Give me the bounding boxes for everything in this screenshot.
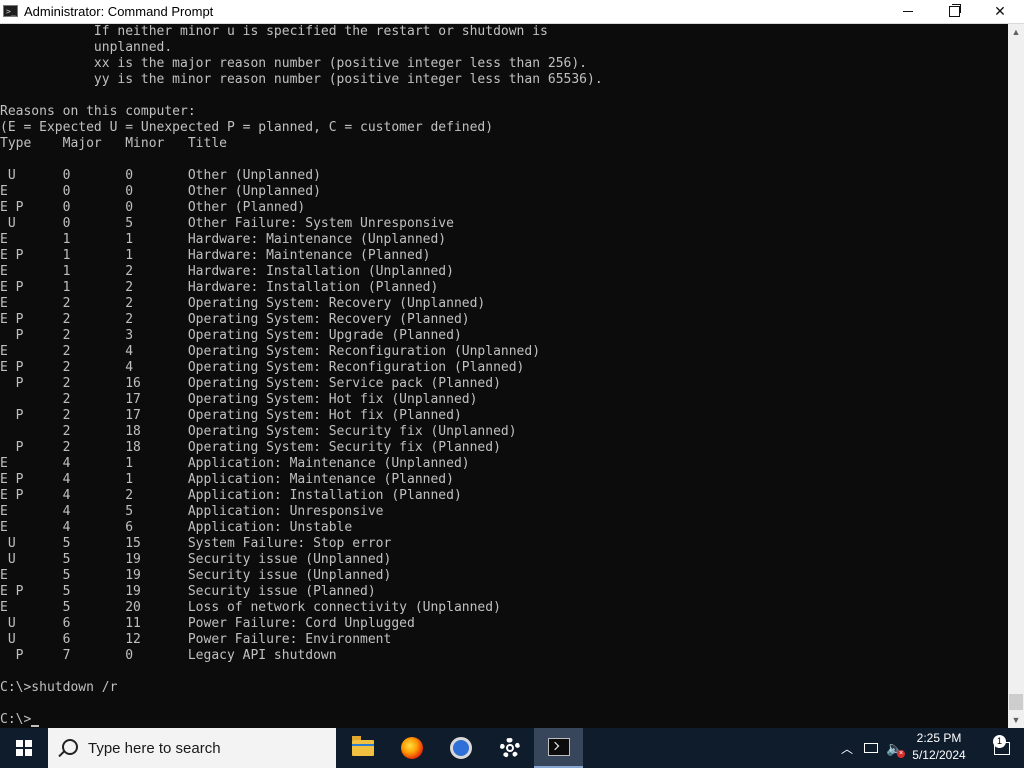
windows-logo-icon bbox=[16, 740, 32, 756]
chevron-up-icon: ︿ bbox=[840, 741, 853, 756]
console-line: P 2 18 Operating System: Security fix (P… bbox=[0, 440, 501, 455]
console-line: U 0 5 Other Failure: System Unresponsive bbox=[0, 216, 454, 231]
system-clock[interactable]: 2:25 PM 5/12/2024 bbox=[904, 730, 974, 766]
chromium-icon bbox=[449, 737, 472, 759]
console-line: E 2 2 Operating System: Recovery (Unplan… bbox=[0, 296, 486, 311]
console-line: P 2 17 Operating System: Hot fix (Planne… bbox=[0, 408, 462, 423]
console-line: U 5 19 Security issue (Unplanned) bbox=[0, 552, 392, 567]
cmd-icon: >_ bbox=[3, 5, 18, 17]
console-line: E 5 20 Loss of network connectivity (Unp… bbox=[0, 600, 501, 615]
search-icon bbox=[62, 739, 78, 755]
console-line: E 5 19 Security issue (Unplanned) bbox=[0, 568, 392, 583]
console-line: If neither minor u is specified the rest… bbox=[0, 24, 548, 39]
file-explorer-icon bbox=[351, 736, 374, 756]
console-line: E 1 2 Hardware: Installation (Unplanned) bbox=[0, 264, 454, 279]
console-line: C:\> bbox=[0, 712, 32, 727]
close-icon: ✕ bbox=[994, 3, 1006, 19]
taskbar-command-prompt[interactable] bbox=[534, 728, 583, 768]
console-line: E P 4 2 Application: Installation (Plann… bbox=[0, 488, 462, 503]
console-line: P 7 0 Legacy API shutdown bbox=[0, 648, 337, 663]
title-bar[interactable]: >_ Administrator: Command Prompt ✕ bbox=[0, 0, 1024, 24]
show-hidden-icons-button[interactable]: ︿ bbox=[838, 728, 856, 768]
console-line: E P 1 2 Hardware: Installation (Planned) bbox=[0, 280, 439, 295]
console-line: Type Major Minor Title bbox=[0, 136, 227, 151]
start-button[interactable] bbox=[0, 728, 48, 768]
console-line: E 4 6 Application: Unstable bbox=[0, 520, 353, 535]
command-prompt-icon bbox=[547, 738, 570, 756]
minimize-button[interactable] bbox=[885, 0, 931, 23]
taskbar-search-box[interactable]: Type here to search bbox=[48, 728, 336, 768]
console-line: U 5 15 System Failure: Stop error bbox=[0, 536, 392, 551]
window-title: Administrator: Command Prompt bbox=[24, 4, 214, 19]
taskbar-firefox[interactable] bbox=[387, 728, 436, 768]
console-line: U 0 0 Other (Unplanned) bbox=[0, 168, 321, 183]
taskbar: Type here to search ︿ 🔈 × 2:25 PM 5/12/20… bbox=[0, 728, 1024, 768]
vertical-scrollbar[interactable]: ▲ ▼ bbox=[1008, 24, 1024, 728]
console-line: yy is the minor reason number (positive … bbox=[0, 72, 603, 87]
minimize-icon bbox=[903, 11, 913, 12]
notification-count: 1 bbox=[993, 735, 1006, 748]
console-line: E P 1 1 Hardware: Maintenance (Planned) bbox=[0, 248, 431, 263]
network-button[interactable] bbox=[860, 728, 882, 768]
console-line: E P 4 1 Application: Maintenance (Planne… bbox=[0, 472, 454, 487]
close-button[interactable]: ✕ bbox=[977, 0, 1023, 23]
console-line: 2 18 Operating System: Security fix (Unp… bbox=[0, 424, 517, 439]
console-line: P 2 16 Operating System: Service pack (P… bbox=[0, 376, 501, 391]
console-line: E 1 1 Hardware: Maintenance (Unplanned) bbox=[0, 232, 447, 247]
console-line: 2 17 Operating System: Hot fix (Unplanne… bbox=[0, 392, 478, 407]
console-line: xx is the major reason number (positive … bbox=[0, 56, 587, 71]
console-line: E 4 5 Application: Unresponsive bbox=[0, 504, 384, 519]
console-line: U 6 11 Power Failure: Cord Unplugged bbox=[0, 616, 415, 631]
taskbar-chromium[interactable] bbox=[436, 728, 485, 768]
console-line: unplanned. bbox=[0, 40, 173, 55]
scroll-up-button[interactable]: ▲ bbox=[1008, 24, 1024, 40]
settings-gear-icon bbox=[499, 738, 520, 758]
console-line: (E = Expected U = Unexpected P = planned… bbox=[0, 120, 494, 135]
firefox-icon bbox=[400, 737, 423, 759]
restore-icon bbox=[948, 4, 961, 17]
network-icon bbox=[864, 743, 878, 753]
scroll-down-button[interactable]: ▼ bbox=[1008, 712, 1024, 728]
clock-time: 2:25 PM bbox=[916, 731, 962, 745]
console-line: E 0 0 Other (Unplanned) bbox=[0, 184, 321, 199]
text-cursor bbox=[31, 725, 40, 727]
console-line: Reasons on this computer: bbox=[0, 104, 196, 119]
maximize-button[interactable] bbox=[931, 0, 977, 23]
console-output[interactable]: If neither minor u is specified the rest… bbox=[0, 24, 1008, 728]
search-placeholder: Type here to search bbox=[88, 740, 221, 757]
console-line: E 2 4 Operating System: Reconfiguration … bbox=[0, 344, 541, 359]
clock-date: 5/12/2024 bbox=[912, 748, 966, 762]
console-line: E P 2 4 Operating System: Reconfiguratio… bbox=[0, 360, 525, 375]
scroll-thumb[interactable] bbox=[1009, 694, 1023, 710]
console-line: E P 0 0 Other (Planned) bbox=[0, 200, 306, 215]
console-line: E P 5 19 Security issue (Planned) bbox=[0, 584, 376, 599]
action-center-button[interactable]: 1 bbox=[980, 728, 1024, 768]
console-line: U 6 12 Power Failure: Environment bbox=[0, 632, 392, 647]
console-line: E P 2 2 Operating System: Recovery (Plan… bbox=[0, 312, 470, 327]
console-line: E 4 1 Application: Maintenance (Unplanne… bbox=[0, 456, 470, 471]
console-line: P 2 3 Operating System: Upgrade (Planned… bbox=[0, 328, 462, 343]
taskbar-settings[interactable] bbox=[485, 728, 534, 768]
console-line: C:\>shutdown /r bbox=[0, 680, 118, 695]
taskbar-file-explorer[interactable] bbox=[338, 728, 387, 768]
